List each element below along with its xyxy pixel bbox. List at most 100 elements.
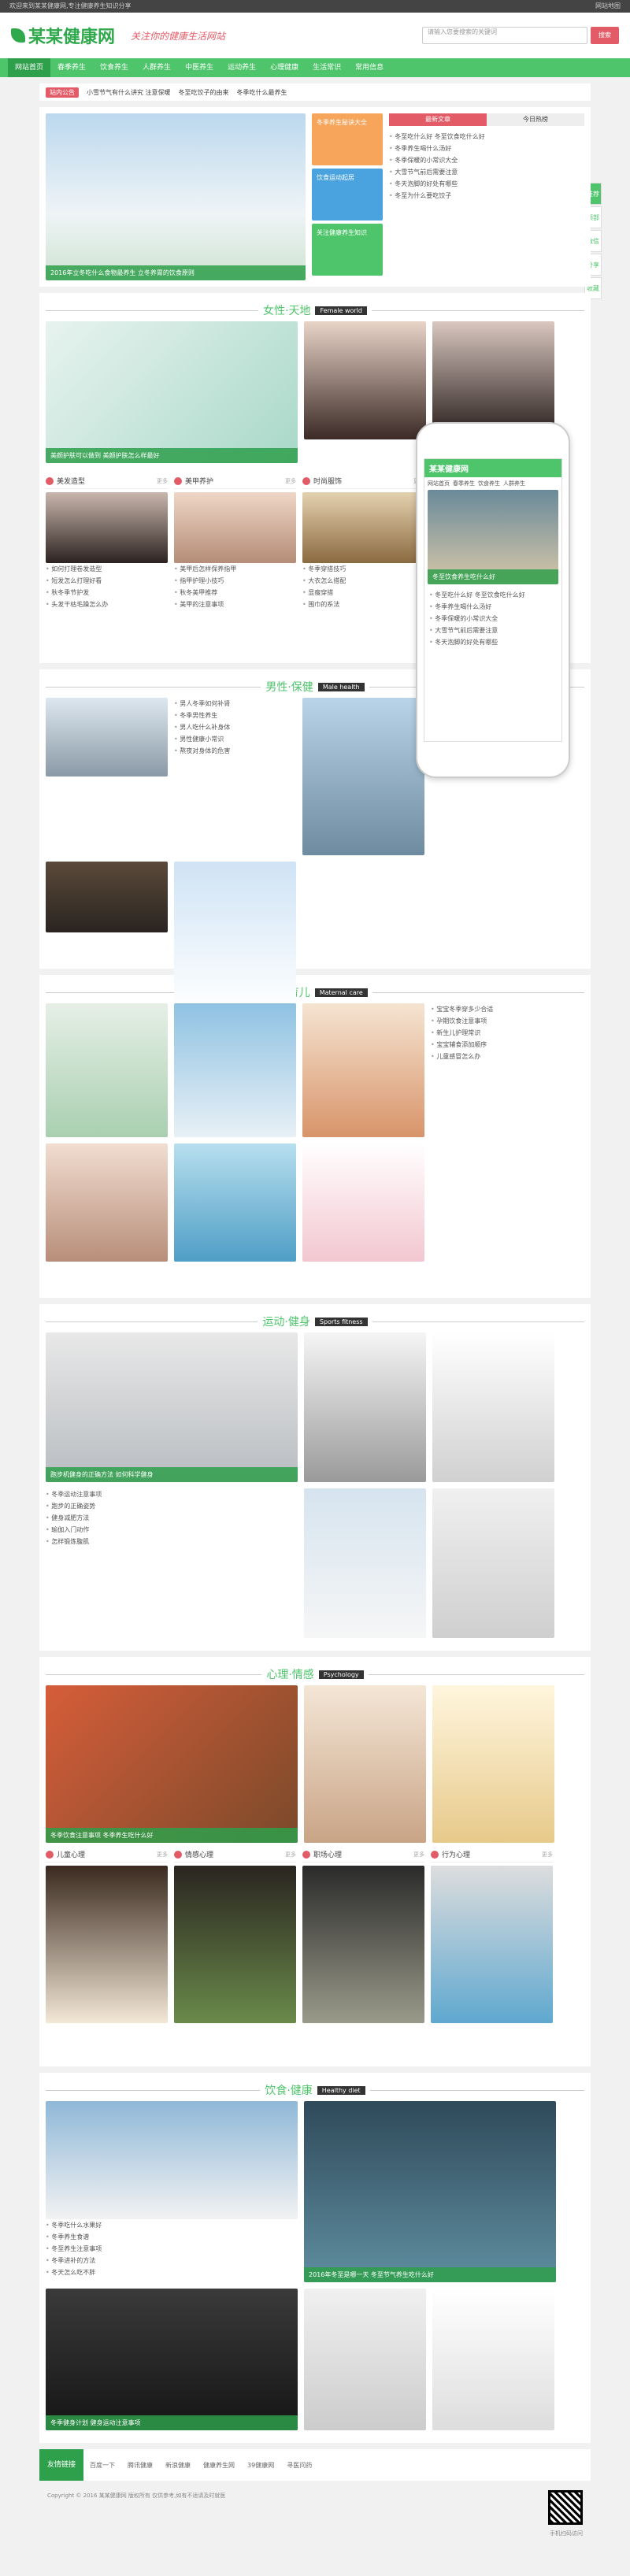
psychology-block: 职场心理 更多 — [302, 1849, 424, 2023]
nav-item[interactable]: 春季养生 — [50, 58, 93, 77]
diet-photo[interactable] — [304, 2289, 426, 2430]
friend-link[interactable]: 腾讯健康 — [121, 2461, 159, 2470]
female-block: 时尚服饰更多 冬季穿搭技巧大衣怎么搭配显瘦穿搭围巾的系法 — [302, 476, 424, 610]
section-title: 运动·健身 Sports fitness — [46, 1310, 584, 1332]
tab-latest[interactable]: 最新文章 — [389, 113, 487, 126]
section-title: 饮食·健康 Healthy diet — [46, 2079, 585, 2101]
maternal-photo[interactable] — [302, 1003, 424, 1137]
notice-item[interactable]: 冬季吃什么最养生 — [237, 88, 287, 97]
nav-item[interactable]: 常用信息 — [348, 58, 391, 77]
notice-item[interactable]: 小雪节气有什么讲究 注意保暖 — [87, 88, 171, 97]
hot-list: 冬至吃什么好 冬至饮食吃什么好 冬季养生喝什么汤好 冬季保暖的小常识大全 大雪节… — [389, 126, 584, 202]
hero-section: 2016年立冬吃什么食物最养生 立冬养胃的饮食原则 冬季养生秘诀大全 饮食运动起… — [39, 107, 591, 287]
female-block-image[interactable] — [302, 492, 424, 563]
list-item[interactable]: 冬至为什么要吃饺子 — [389, 190, 584, 202]
qr-label: 手机扫码访问 — [550, 2530, 583, 2537]
female-feature-image[interactable]: 美颜护肤可以做到 美颜护肤怎么样最好 — [46, 321, 298, 463]
friend-link[interactable]: 新浪健康 — [159, 2461, 197, 2470]
nav-item[interactable]: 饮食养生 — [93, 58, 135, 77]
list-item[interactable]: 冬季养生喝什么汤好 — [389, 143, 584, 154]
diet-feature-image[interactable]: 2016年冬至是哪一天 冬至节气养生吃什么好 — [304, 2101, 556, 2282]
nav-item[interactable]: 生活常识 — [306, 58, 348, 77]
tab-hot[interactable]: 今日热榜 — [487, 113, 584, 126]
maternal-photo[interactable] — [302, 1143, 424, 1262]
sports-section: 运动·健身Sports fitness 跑步机健身的正确方法 如何科学健身 冬季… — [39, 1304, 591, 1651]
mobile-hero[interactable]: 冬至饮食养生吃什么好 — [428, 490, 558, 584]
friend-link[interactable]: 百度一下 — [83, 2461, 121, 2470]
list-item[interactable]: 大雪节气前后需要注意 — [389, 166, 584, 178]
mobile-nav: 网站首页 春季养生 饮食养生 人群养生 — [428, 480, 525, 487]
friend-links: 友情链接 百度一下 腾讯健康 新浪健康 健康养生网 39健康网 寻医问药 — [39, 2449, 591, 2481]
search-input[interactable]: 请输入您要搜索的关键词 — [422, 27, 587, 44]
mobile-screen: 某某健康网 网站首页春季养生饮食养生人群养生 冬至饮食养生吃什么好 冬至吃什么好… — [424, 458, 562, 742]
sitemap-link[interactable]: 网站地图 — [595, 0, 621, 13]
hero-side-card[interactable]: 关注健康养生知识 — [312, 224, 383, 276]
list-item[interactable]: 冬季保暖的小常识大全 — [389, 154, 584, 166]
diet-section: 饮食·健康Healthy diet 冬季吃什么水果好冬季养生食谱冬至养生注意事项… — [39, 2073, 591, 2443]
site-slogan: 关注你的健康生活网站 — [131, 30, 226, 42]
nav-item[interactable]: 中医养生 — [178, 58, 220, 77]
search-box: 请输入您要搜索的关键词 搜索 — [422, 27, 619, 44]
sports-photo[interactable] — [304, 1488, 426, 1638]
nav-item[interactable]: 人群养生 — [135, 58, 178, 77]
psychology-photo[interactable] — [304, 1685, 426, 1843]
site-header: 某某健康网 关注你的健康生活网站 请输入您要搜索的关键词 搜索 — [0, 13, 630, 58]
sports-feature-image[interactable]: 跑步机健身的正确方法 如何科学健身 — [46, 1332, 298, 1482]
diet-list: 冬季吃什么水果好冬季养生食谱冬至养生注意事项冬季进补的方法冬天怎么吃不胖 — [46, 2219, 298, 2278]
nav-item[interactable]: 运动养生 — [220, 58, 263, 77]
hero-side-card[interactable]: 饮食运动起居 — [312, 169, 383, 221]
hero-caption[interactable]: 2016年立冬吃什么食物最养生 立冬养胃的饮食原则 — [46, 265, 306, 280]
psychology-section: 心理·情感 Psychology 冬季饮食注意事项 冬季养生吃什么好 儿童心理 更多… — [39, 1657, 591, 2066]
section-title: 母婴·育儿Maternal care — [46, 981, 585, 1003]
female-block-image[interactable] — [174, 492, 296, 563]
list-item[interactable]: 冬天泡脚的好处有哪些 — [389, 178, 584, 190]
search-button[interactable]: 搜索 — [591, 27, 619, 44]
psychology-block: 行为心理 更多 — [431, 1849, 553, 2023]
mobile-preview: 某某健康网 网站首页春季养生饮食养生人群养生 冬至饮食养生吃什么好 冬至吃什么好… — [416, 422, 570, 778]
qr-code — [548, 2490, 583, 2525]
sports-photo[interactable] — [432, 1488, 554, 1638]
list-item[interactable]: 冬至吃什么好 冬至饮食吃什么好 — [389, 131, 584, 143]
diet-left: 冬季吃什么水果好冬季养生食谱冬至养生注意事项冬季进补的方法冬天怎么吃不胖 — [46, 2101, 298, 2282]
male-photo[interactable] — [46, 862, 168, 932]
friend-link[interactable]: 寻医问药 — [280, 2461, 318, 2470]
female-block: 美甲养护更多 美甲后怎样保养指甲指甲护理小技巧秋冬美甲推荐美甲的注意事项 — [174, 476, 296, 610]
male-photo[interactable] — [174, 862, 296, 1011]
friend-links-label: 友情链接 — [39, 2449, 84, 2481]
notice-bar: 站内公告 小雪节气有什么讲究 注意保暖 冬至吃饺子的由来 冬季吃什么最养生 — [39, 83, 591, 101]
male-photo[interactable] — [46, 698, 168, 777]
maternal-photo[interactable] — [174, 1003, 296, 1137]
maternal-photo[interactable] — [174, 1143, 296, 1262]
psychology-photo[interactable] — [432, 1685, 554, 1843]
notice-item[interactable]: 冬至吃饺子的由来 — [179, 88, 229, 97]
diet-photo[interactable] — [46, 2101, 298, 2219]
friend-link[interactable]: 健康养生网 — [197, 2461, 241, 2470]
maternal-photo[interactable] — [46, 1003, 168, 1137]
hero-side-card[interactable]: 冬季养生秘诀大全 — [312, 113, 383, 165]
female-block: 美发造型更多 如何打理卷发造型短发怎么打理好看秋冬季节护发头发干枯毛躁怎么办 — [46, 476, 168, 610]
sports-photo[interactable] — [432, 1332, 554, 1482]
male-photo[interactable] — [302, 698, 424, 855]
copyright-text: Copyright © 2016 某某健康网 版权所有 仅供参考,如有不适请及时… — [47, 2493, 226, 2499]
hero-side: 冬季养生秘诀大全 饮食运动起居 关注健康养生知识 — [312, 113, 383, 280]
site-logo[interactable]: 某某健康网 — [11, 23, 115, 48]
nav-item-home[interactable]: 网站首页 — [8, 58, 51, 77]
female-block-image[interactable] — [46, 492, 168, 563]
footer: Copyright © 2016 某某健康网 版权所有 仅供参考,如有不适请及时… — [0, 2481, 630, 2559]
section-title: 女性·天地 Female world — [46, 299, 585, 321]
female-photo[interactable] — [304, 321, 426, 439]
top-bar: 欢迎来到某某健康网,专注健康养生知识分享 网站地图 — [0, 0, 630, 13]
hot-panel: 最新文章 今日热榜 冬至吃什么好 冬至饮食吃什么好 冬季养生喝什么汤好 冬季保暖… — [389, 113, 584, 280]
nav-item[interactable]: 心理健康 — [263, 58, 306, 77]
hero-image[interactable]: 2016年立冬吃什么食物最养生 立冬养胃的饮食原则 — [46, 113, 306, 280]
sports-photo[interactable] — [304, 1332, 426, 1482]
maternal-photo[interactable] — [46, 1143, 168, 1262]
friend-link[interactable]: 39健康网 — [241, 2461, 280, 2470]
hot-tabs: 最新文章 今日热榜 — [389, 113, 584, 126]
maternal-list: 宝宝冬季穿多少合适孕期饮食注意事项新生儿护理常识宝宝辅食添加顺序儿童感冒怎么办 — [431, 1003, 584, 1137]
diet-photo[interactable] — [432, 2289, 554, 2430]
diet-feature-image[interactable]: 冬季健身计划 健身运动注意事项 — [46, 2289, 298, 2430]
mobile-logo: 某某健康网 — [424, 459, 561, 477]
maternal-section: 母婴·育儿Maternal care 宝宝冬季穿多少合适孕期饮食注意事项新生儿护… — [39, 975, 591, 1298]
psychology-feature-image[interactable]: 冬季饮食注意事项 冬季养生吃什么好 — [46, 1685, 298, 1843]
